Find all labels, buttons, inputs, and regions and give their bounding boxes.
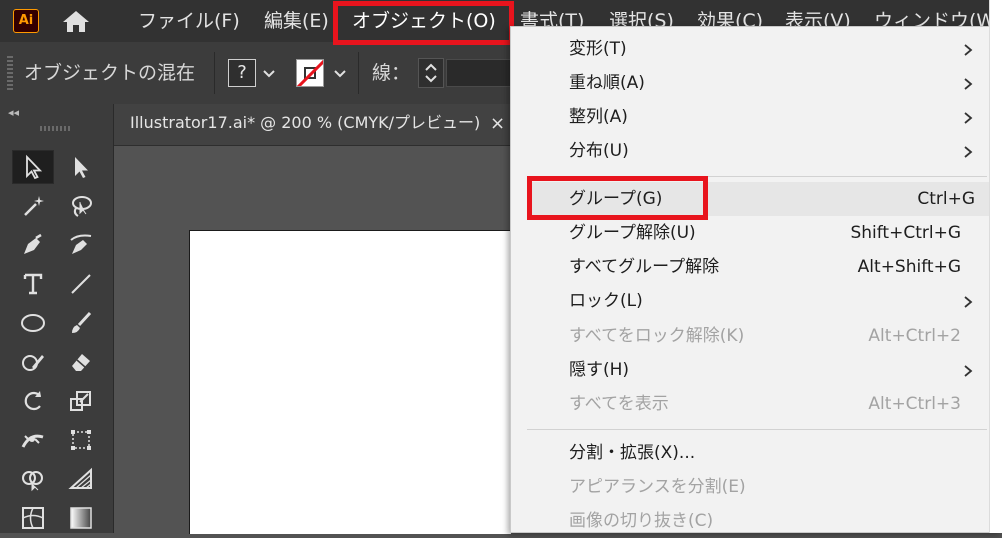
document-tab[interactable]: Illustrator17.ai* @ 200 % (CMYK/プレビュー) × <box>114 104 510 146</box>
curvature-tool-icon[interactable] <box>60 228 102 262</box>
shaper-tool-icon[interactable] <box>12 345 54 379</box>
group-item-highlight <box>527 176 708 220</box>
menu-item-expand-appearance: アピアランスを分割(E) <box>569 477 746 497</box>
menu-item-align[interactable]: 整列(A) <box>511 100 991 134</box>
mesh-tool-icon[interactable] <box>12 501 54 535</box>
eraser-icon[interactable] <box>60 345 102 379</box>
chevron-right-icon <box>964 365 973 377</box>
menu-item-expand[interactable]: 分割・拡張(X)... <box>511 436 991 470</box>
fill-swatch[interactable]: ? <box>228 59 256 87</box>
menu-file[interactable]: ファイル(F) <box>138 0 240 42</box>
menu-item-show-all: すべてを表示 Alt+Ctrl+3 <box>511 387 991 421</box>
menu-item-unlock-all: すべてをロック解除(K) Alt+Ctrl+2 <box>511 319 991 353</box>
stroke-weight-input[interactable] <box>446 59 512 87</box>
pen-tool-icon[interactable] <box>12 228 54 262</box>
chevron-right-icon <box>964 112 973 124</box>
artboard[interactable] <box>189 230 511 534</box>
stroke-weight-stepper[interactable] <box>418 58 444 88</box>
line-segment-tool-icon[interactable] <box>60 267 102 301</box>
close-icon[interactable]: × <box>490 104 505 146</box>
divider <box>358 52 359 94</box>
type-tool-icon[interactable] <box>12 267 54 301</box>
chevron-down-icon[interactable] <box>263 69 275 79</box>
menu-item-hide[interactable]: 隠す(H) <box>511 353 991 387</box>
menu-separator <box>527 429 987 430</box>
shortcut-label: Shift+Ctrl+G <box>850 223 961 243</box>
shortcut-label: Alt+Ctrl+3 <box>868 394 961 414</box>
menu-item-lock[interactable]: ロック(L) <box>511 284 991 318</box>
menu-item-ungroup[interactable]: グループ解除(U) Shift+Ctrl+G <box>511 216 991 250</box>
stroke-label: 線： <box>372 62 411 84</box>
selection-type-label: オブジェクトの混在 <box>24 62 196 84</box>
tools-panel: ◂◂ <box>0 104 114 533</box>
shape-builder-icon[interactable] <box>12 462 54 496</box>
menu-item-distribute[interactable]: 分布(U) <box>511 134 991 168</box>
stroke-swatch[interactable] <box>296 59 324 87</box>
chevron-right-icon <box>964 44 973 56</box>
shortcut-label: Alt+Ctrl+2 <box>868 326 961 346</box>
chevron-right-icon <box>964 78 973 90</box>
object-menu-dropdown: 変形(T) 重ね順(A) 整列(A) 分布(U) グループ(G) Ctrl+G … <box>510 26 1002 533</box>
shortcut-label: Ctrl+G <box>917 189 975 209</box>
scale-tool-icon[interactable] <box>60 384 102 418</box>
chevron-down-icon[interactable] <box>334 69 346 79</box>
document-tab-title: Illustrator17.ai* @ 200 % (CMYK/プレビュー) <box>130 113 481 132</box>
width-tool-icon[interactable] <box>12 423 54 457</box>
home-icon[interactable] <box>60 8 92 34</box>
gradient-tool-icon[interactable] <box>60 501 102 535</box>
divider <box>214 52 215 94</box>
lasso-icon[interactable] <box>60 189 102 223</box>
selection-tool-icon[interactable] <box>12 150 54 184</box>
illustrator-logo: Ai <box>13 9 39 33</box>
shortcut-label: Alt+Shift+G <box>857 257 961 277</box>
direct-selection-tool-icon[interactable] <box>60 150 102 184</box>
menu-item-ungroup-all[interactable]: すべてグループ解除 Alt+Shift+G <box>511 250 991 284</box>
perspective-grid-icon[interactable] <box>60 462 102 496</box>
paintbrush-icon[interactable] <box>60 306 102 340</box>
control-bar-grip[interactable] <box>7 56 13 90</box>
scrollbar[interactable] <box>989 0 1002 533</box>
chevron-right-icon <box>964 296 973 308</box>
chevron-right-icon <box>964 146 973 158</box>
ellipse-tool-icon[interactable] <box>12 306 54 340</box>
menu-edit[interactable]: 編集(E) <box>264 0 329 42</box>
free-transform-icon[interactable] <box>60 423 102 457</box>
collapse-panel-icon[interactable]: ◂◂ <box>8 106 19 119</box>
object-menu-highlight <box>333 1 514 45</box>
menu-item-arrange[interactable]: 重ね順(A) <box>511 66 991 100</box>
magic-wand-icon[interactable] <box>12 189 54 223</box>
panel-grip[interactable] <box>40 126 72 131</box>
rotate-tool-icon[interactable] <box>12 384 54 418</box>
menu-item-transform[interactable]: 変形(T) <box>511 32 991 66</box>
